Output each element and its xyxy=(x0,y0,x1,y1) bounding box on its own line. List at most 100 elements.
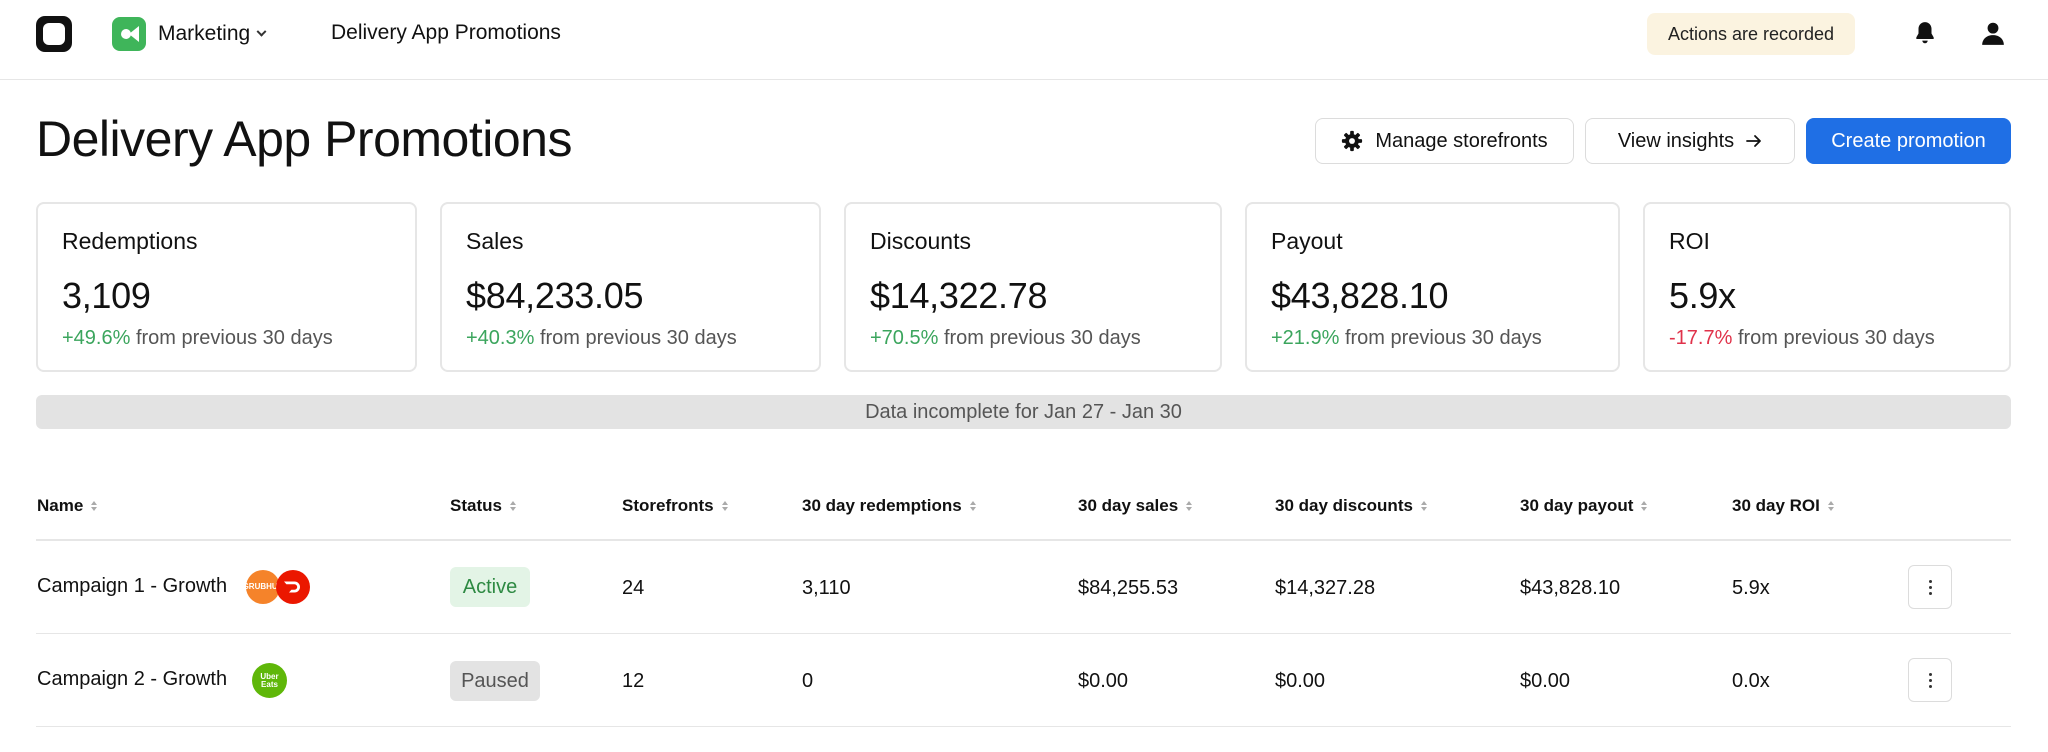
cell-storefronts: 12 xyxy=(622,670,645,692)
doordash-logo xyxy=(276,570,310,604)
stat-value: 5.9x xyxy=(1669,275,1736,316)
manage-storefronts-button[interactable]: Manage storefronts xyxy=(1315,118,1574,164)
column-header-status[interactable]: Status xyxy=(450,496,516,516)
page-title: Delivery App Promotions xyxy=(36,111,572,167)
stat-card-redemptions: Redemptions 3,109 +49.6% from previous 3… xyxy=(36,202,417,372)
column-header-storefronts[interactable]: Storefronts xyxy=(622,496,728,516)
sort-icon xyxy=(1827,501,1834,511)
status-badge: Paused xyxy=(450,661,540,701)
cell-payout: $43,828.10 xyxy=(1520,577,1621,599)
sort-icon xyxy=(1420,501,1427,511)
sort-icon xyxy=(1186,501,1193,511)
bell-icon[interactable] xyxy=(1912,20,1938,46)
stat-label: Sales xyxy=(466,228,524,254)
column-header-payout[interactable]: 30 day payout xyxy=(1520,496,1648,516)
more-vertical-icon xyxy=(1928,671,1932,689)
column-label: 30 day redemptions xyxy=(802,496,962,515)
delta-suffix: from previous 30 days xyxy=(1344,327,1542,349)
column-label: Status xyxy=(450,496,502,515)
cell-discounts: $0.00 xyxy=(1275,670,1326,692)
stat-label: Redemptions xyxy=(62,228,198,254)
column-label: 30 day discounts xyxy=(1275,496,1413,515)
stat-card-roi: ROI 5.9x -17.7% from previous 30 days xyxy=(1643,202,2011,372)
cell-roi: 5.9x xyxy=(1732,577,1770,599)
stat-value: $43,828.10 xyxy=(1271,275,1449,316)
cell-storefronts: 24 xyxy=(622,577,645,599)
cell-roi: 0.0x xyxy=(1732,670,1770,692)
manage-storefronts-label: Manage storefronts xyxy=(1375,129,1548,152)
cell-payout: $0.00 xyxy=(1520,670,1571,692)
delta-value: +21.9% xyxy=(1271,327,1340,349)
stat-label: ROI xyxy=(1669,228,1710,254)
sort-icon xyxy=(969,501,976,511)
stat-delta: -17.7% from previous 30 days xyxy=(1669,327,1985,350)
column-header-discounts[interactable]: 30 day discounts xyxy=(1275,496,1427,516)
cell-name: Campaign 2 - Growth xyxy=(37,668,228,690)
stat-value: $84,233.05 xyxy=(466,275,644,316)
user-icon[interactable] xyxy=(1980,20,2006,46)
cell-redemptions: 3,110 xyxy=(802,577,851,599)
table-header-divider xyxy=(36,539,2011,541)
data-incomplete-banner: Data incomplete for Jan 27 - Jan 30 xyxy=(36,395,2011,429)
column-header-name[interactable]: Name xyxy=(37,496,98,516)
delta-suffix: from previous 30 days xyxy=(539,327,737,349)
delta-value: +49.6% xyxy=(62,327,131,349)
stat-delta: +40.3% from previous 30 days xyxy=(466,327,795,350)
cell-sales: $84,255.53 xyxy=(1078,577,1179,599)
sort-icon xyxy=(91,501,98,511)
grubhub-logo: GRUBHUB xyxy=(243,570,283,604)
create-promotion-button[interactable]: Create promotion xyxy=(1806,118,2011,164)
stat-delta: +70.5% from previous 30 days xyxy=(870,327,1196,350)
stat-delta: +49.6% from previous 30 days xyxy=(62,327,391,350)
delta-suffix: from previous 30 days xyxy=(135,327,333,349)
stat-delta: +21.9% from previous 30 days xyxy=(1271,327,1594,350)
column-header-sales[interactable]: 30 day sales xyxy=(1078,496,1193,516)
app-logo[interactable] xyxy=(36,16,72,52)
stat-value: $14,322.78 xyxy=(870,275,1048,316)
column-label: 30 day payout xyxy=(1520,496,1634,515)
gear-icon xyxy=(1342,130,1363,152)
sort-icon xyxy=(721,501,728,511)
column-header-roi[interactable]: 30 day ROI xyxy=(1732,496,1834,516)
column-header-redemptions[interactable]: 30 day redemptions xyxy=(802,496,976,516)
view-insights-button[interactable]: View insights xyxy=(1585,118,1795,164)
delta-suffix: from previous 30 days xyxy=(943,327,1141,349)
sort-icon xyxy=(509,501,516,511)
status-badge: Active xyxy=(450,567,530,607)
workspace-switcher[interactable]: Marketing xyxy=(112,16,267,52)
top-bar: Marketing Delivery App Promotions Action… xyxy=(0,0,2048,80)
view-insights-label: View insights xyxy=(1617,129,1735,152)
ubereats-logo: Uber Eats xyxy=(252,663,287,698)
cell-name: Campaign 1 - Growth xyxy=(37,575,228,597)
chevron-down-icon xyxy=(256,26,267,37)
stat-value: 3,109 xyxy=(62,275,151,316)
delta-suffix: from previous 30 days xyxy=(1737,327,1935,349)
column-label: 30 day sales xyxy=(1078,496,1179,515)
cell-redemptions: 0 xyxy=(802,670,814,692)
sort-icon xyxy=(1641,501,1648,511)
row-divider xyxy=(36,633,2011,634)
column-label: 30 day ROI xyxy=(1732,496,1820,515)
recorded-notice: Actions are recorded xyxy=(1647,13,1855,55)
stat-label: Discounts xyxy=(870,228,971,254)
delta-value: -17.7% xyxy=(1669,327,1733,349)
column-label: Storefronts xyxy=(622,496,714,515)
row-actions-button[interactable] xyxy=(1908,658,1952,702)
stat-card-discounts: Discounts $14,322.78 +70.5% from previou… xyxy=(844,202,1222,372)
workspace-name: Marketing xyxy=(158,22,251,45)
stat-label: Payout xyxy=(1271,228,1343,254)
delta-value: +70.5% xyxy=(870,327,939,349)
cell-sales: $0.00 xyxy=(1078,670,1129,692)
more-vertical-icon xyxy=(1928,578,1932,596)
row-divider xyxy=(36,726,2011,727)
arrow-right-icon xyxy=(1746,135,1762,147)
workspace-icon xyxy=(112,17,146,51)
cell-discounts: $14,327.28 xyxy=(1275,577,1376,599)
breadcrumb[interactable]: Delivery App Promotions xyxy=(331,21,561,45)
stat-card-sales: Sales $84,233.05 +40.3% from previous 30… xyxy=(440,202,821,372)
create-promotion-label: Create promotion xyxy=(1831,129,1986,152)
delta-value: +40.3% xyxy=(466,327,535,349)
stat-card-payout: Payout $43,828.10 +21.9% from previous 3… xyxy=(1245,202,1620,372)
column-label: Name xyxy=(37,496,84,515)
row-actions-button[interactable] xyxy=(1908,565,1952,609)
